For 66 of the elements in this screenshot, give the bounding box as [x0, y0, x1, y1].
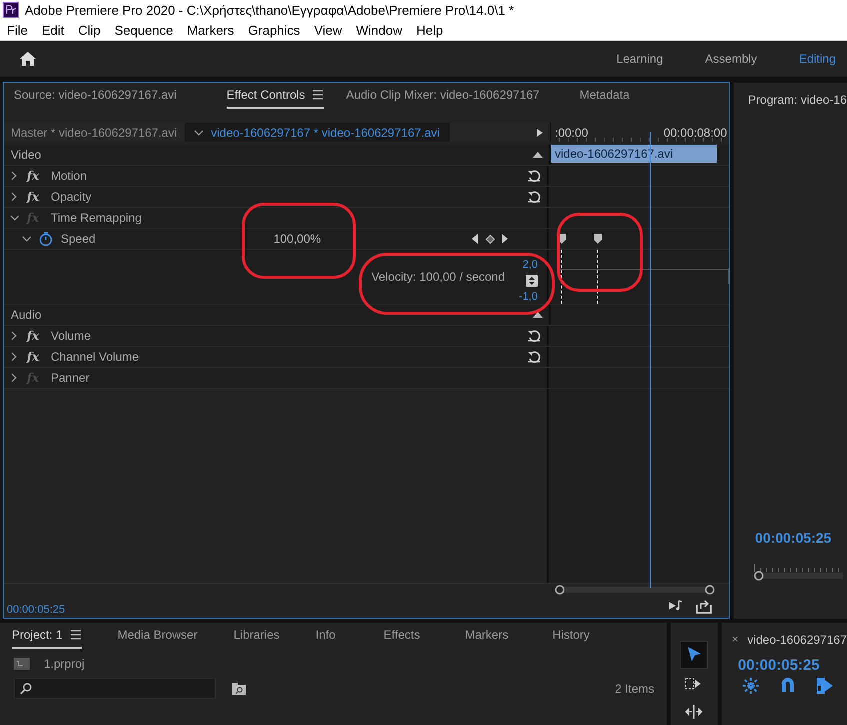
section-label: Audio: [11, 308, 42, 322]
section-label: Video: [11, 148, 42, 162]
timecode: 00:00:05:25: [755, 530, 833, 546]
menu-item[interactable]: Sequence: [114, 22, 174, 38]
effect-name: Time Remapping: [51, 211, 142, 225]
sequence-tab[interactable]: video-1606297167: [748, 633, 847, 647]
timecode: 00:00:05:25: [7, 604, 66, 616]
timecode: 00:00:05:25: [738, 657, 821, 674]
item-count: 2 Items: [615, 682, 655, 696]
menu-item[interactable]: Edit: [42, 22, 64, 38]
panel-tab[interactable]: Effect Controls: [226, 83, 324, 109]
panel-tab[interactable]: Markers: [465, 623, 509, 649]
tab-label[interactable]: Audio Clip Mixer: video-1606297167: [346, 88, 540, 102]
panel-tab[interactable]: Project: 1: [12, 623, 82, 649]
tab-label[interactable]: Info: [316, 628, 336, 642]
velocity-label: Velocity: 100,00 / second: [372, 270, 506, 284]
panel-tab[interactable]: Metadata: [580, 83, 630, 109]
fx-toggle[interactable]: fx: [27, 190, 43, 204]
ruler-time: 00:00:08:00: [664, 126, 728, 140]
panel-tab[interactable]: History: [552, 623, 590, 649]
menu-item[interactable]: Window: [356, 22, 403, 38]
panel-tab[interactable]: Media Browser: [118, 623, 198, 649]
tab-label[interactable]: Markers: [465, 628, 509, 642]
effect-name: Panner: [51, 371, 90, 385]
menu-item[interactable]: View: [314, 22, 342, 38]
ruler-time: :00:00: [555, 126, 588, 140]
panel-tab[interactable]: Libraries: [234, 623, 280, 649]
tab-label[interactable]: Effects: [384, 628, 420, 642]
panel-tab[interactable]: Source: video-1606297167.avi: [14, 83, 177, 109]
panel-tab[interactable]: Info: [316, 623, 336, 649]
property-value[interactable]: 100,00%: [274, 232, 374, 246]
workspace-tab[interactable]: Editing: [778, 52, 847, 66]
effect-name: Motion: [51, 169, 88, 183]
tab-label[interactable]: Project: 1: [12, 628, 63, 642]
graph-min-value: -1,0: [519, 291, 538, 303]
effect-name: Channel Volume: [51, 350, 140, 364]
tab-label[interactable]: Media Browser: [118, 628, 198, 642]
master-clip-label: Master * video-1606297167.avi: [11, 126, 178, 140]
property-name: Speed: [61, 232, 96, 246]
tab-label[interactable]: Metadata: [580, 88, 630, 102]
tab-label[interactable]: Effect Controls: [226, 88, 306, 102]
close-button[interactable]: ×: [732, 634, 739, 646]
menu-item[interactable]: Graphics: [248, 22, 300, 38]
menu-item[interactable]: Markers: [187, 22, 234, 38]
effect-name: Opacity: [51, 190, 92, 204]
clip-label: video-1606297167.avi: [554, 147, 674, 161]
window-title: Adobe Premiere Pro 2020 - C:\Χρήστες\thano\Εγγραφα\Adobe\Premiere Pro\14.0\1 *: [25, 2, 514, 18]
fx-toggle[interactable]: fx: [27, 169, 43, 183]
clip-name[interactable]: video-1606297167 * video-1606297167.avi: [211, 126, 440, 140]
panel-title: Program: video-16: [748, 93, 847, 107]
fx-toggle[interactable]: fx: [27, 329, 43, 343]
tab-label[interactable]: Libraries: [234, 628, 280, 642]
project-file-name: 1.prproj: [44, 657, 85, 671]
menu-item[interactable]: File: [7, 22, 28, 38]
menu-item[interactable]: Help: [416, 22, 444, 38]
tab-label[interactable]: Source: video-1606297167.avi: [14, 88, 177, 102]
workspace-tab[interactable]: Learning: [596, 52, 684, 66]
workspace-tab[interactable]: Assembly: [684, 52, 778, 66]
effect-name: Volume: [51, 329, 92, 343]
panel-tab[interactable]: Effects: [384, 623, 420, 649]
clip-selector[interactable]: video-1606297167 * video-1606297167.avi: [185, 123, 450, 142]
graph-max-value: 2,0: [522, 259, 538, 271]
panel-tab[interactable]: Audio Clip Mixer: video-1606297167: [346, 83, 540, 109]
tab-label[interactable]: History: [552, 628, 590, 642]
menu-item[interactable]: Clip: [78, 22, 101, 38]
fx-toggle[interactable]: fx: [27, 350, 43, 364]
